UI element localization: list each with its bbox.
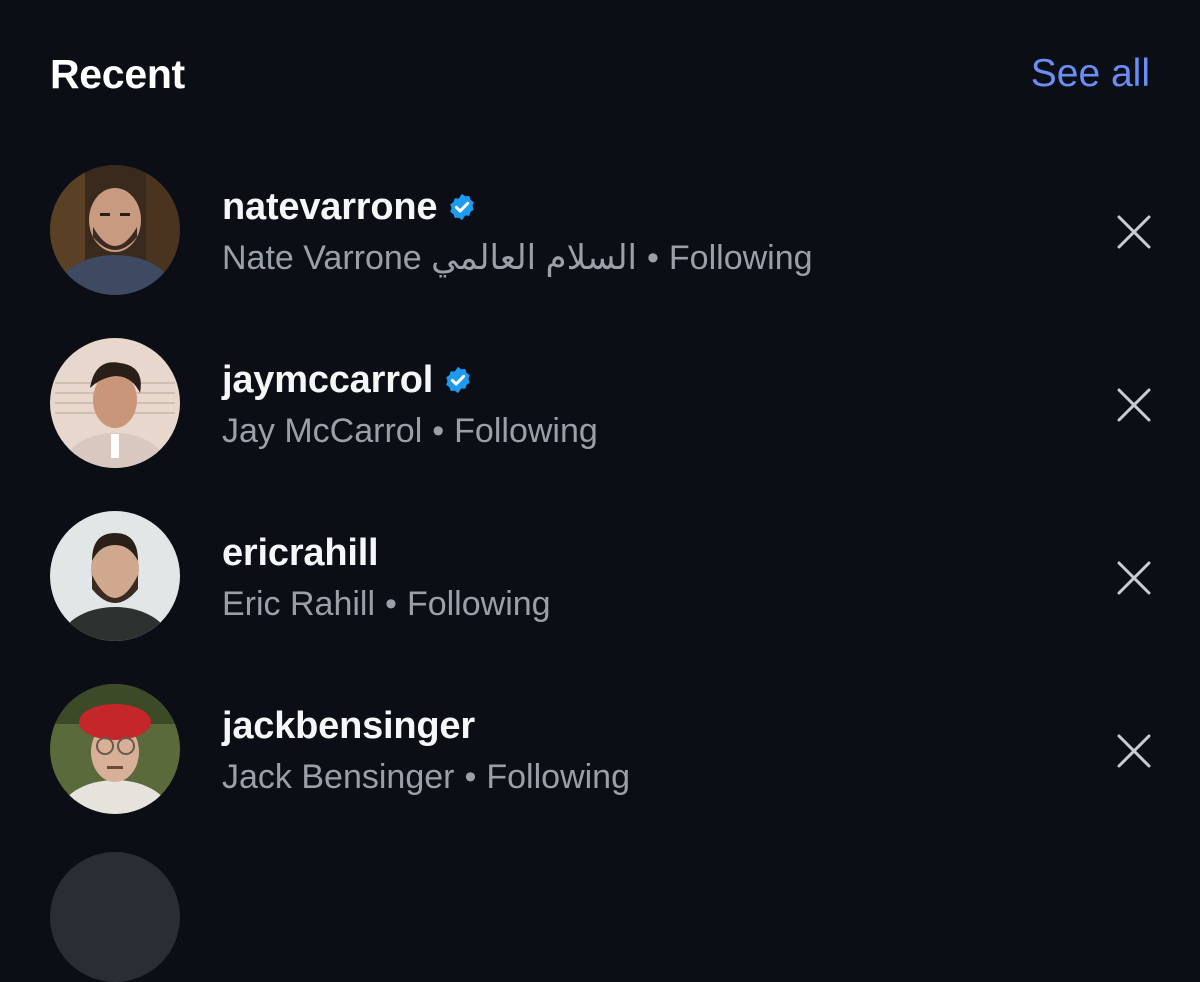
subtitle: Nate Varrone السلام العالمي • Following [222,235,813,281]
separator-dot: • [647,239,659,277]
profile-photo-natevarrone [50,165,180,295]
profile-photo-jackbensinger [50,684,180,814]
username[interactable]: ericrahill [222,532,379,575]
close-icon[interactable] [1115,559,1153,597]
follow-status: Following [406,585,551,623]
avatar[interactable] [50,165,180,295]
avatar[interactable] [50,684,180,814]
subtitle: Eric Rahill • Following [222,581,551,627]
profile-photo-jaymccarrol [50,338,180,468]
recent-item[interactable]: jackbensinger Jack Bensinger • Following [0,684,1200,824]
close-icon[interactable] [1115,386,1153,424]
avatar[interactable] [50,338,180,468]
subtitle: Jack Bensinger • Following [222,754,630,800]
recent-header: Recent See all [50,46,1150,102]
display-name: Jack Bensinger [222,758,455,796]
avatar[interactable] [50,852,180,982]
recent-item[interactable]: ericrahill Eric Rahill • Following [0,511,1200,651]
follow-status: Following [486,758,630,796]
profile-photo-ericrahill [50,511,180,641]
section-title: Recent [50,51,185,97]
verified-badge-icon [446,366,470,394]
avatar[interactable] [50,511,180,641]
recent-item[interactable]: jaymccarrol Jay McCarrol • Following [0,338,1200,478]
verified-badge-icon [450,193,475,221]
separator-dot: • [464,758,477,796]
separator-dot: • [432,412,445,450]
username[interactable]: jaymccarrol [222,359,433,402]
username[interactable]: jackbensinger [222,705,475,748]
display-name: Eric Rahill [222,585,376,623]
subtitle: Jay McCarrol • Following [222,408,598,454]
follow-status: Following [668,239,813,277]
follow-status: Following [454,412,598,450]
recent-item[interactable]: natevarrone Nate Varrone السلام العالمي •… [0,165,1200,305]
display-name: Jay McCarrol [222,412,423,450]
close-icon[interactable] [1115,213,1153,251]
see-all-link[interactable]: See all [1031,46,1150,102]
display-name: Nate Varrone السلام العالمي [222,239,637,277]
close-icon[interactable] [1115,732,1153,770]
username[interactable]: natevarrone [222,186,438,229]
separator-dot: • [385,585,397,623]
